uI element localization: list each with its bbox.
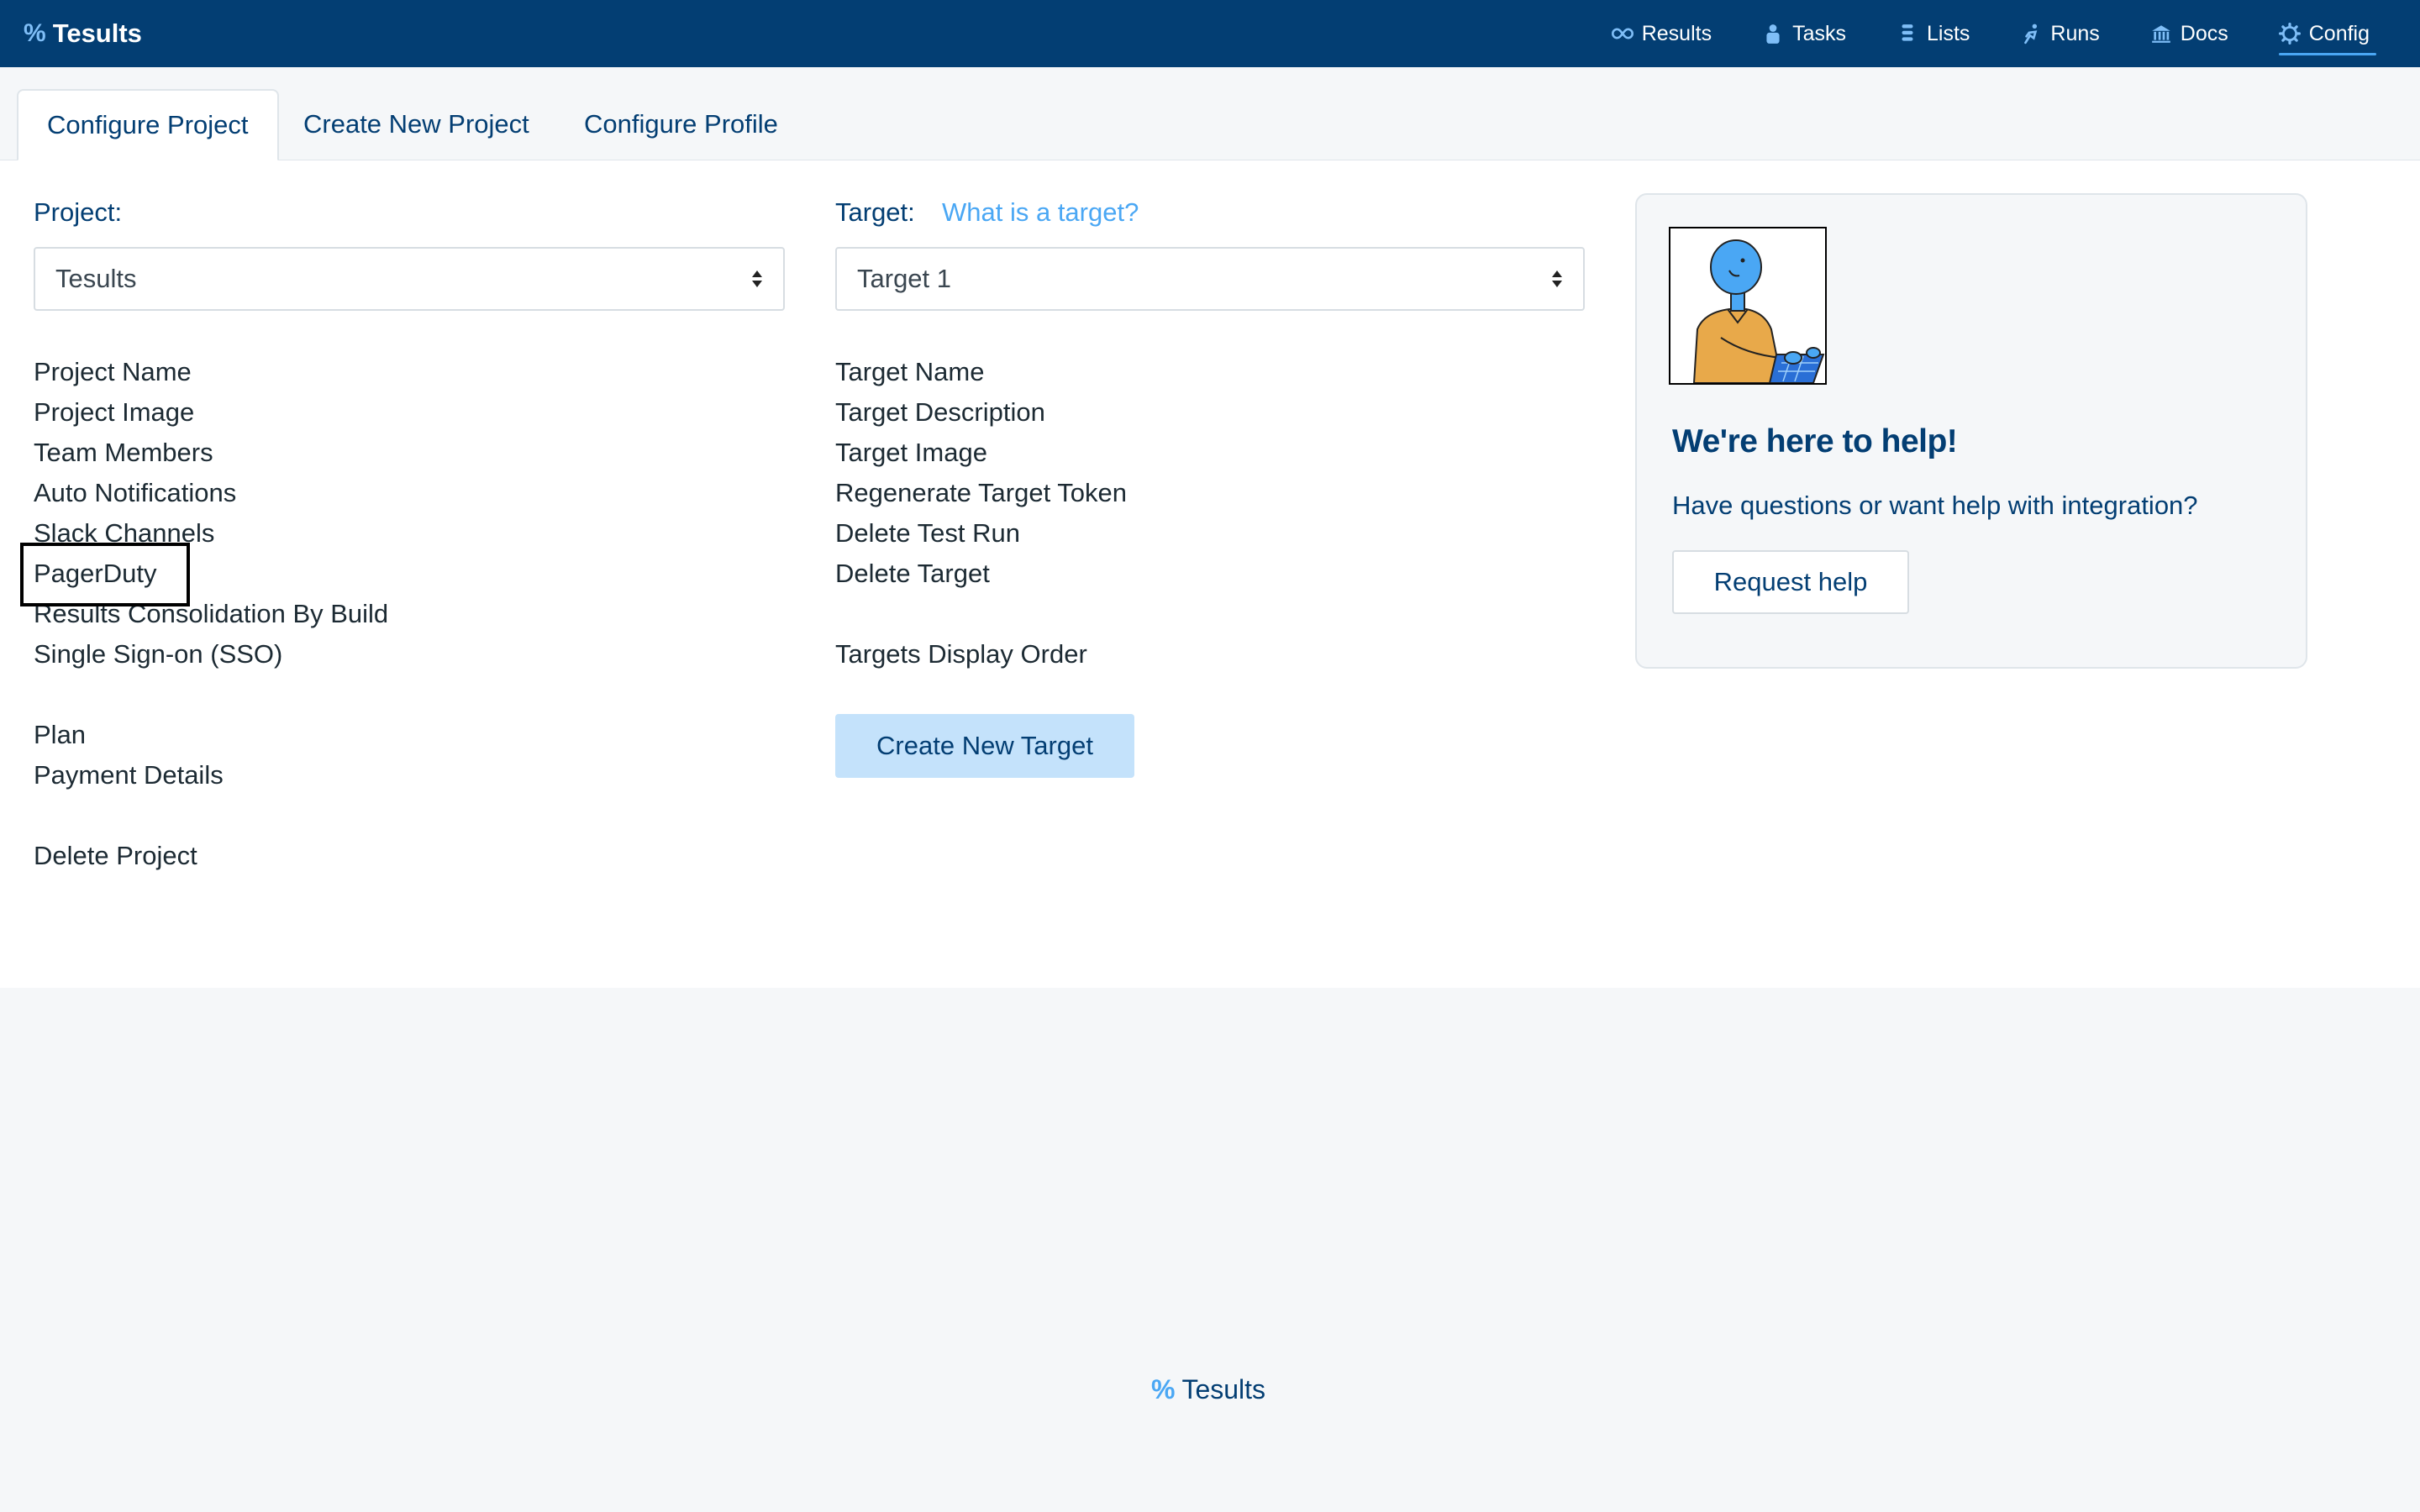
list-icon [1902,24,1913,41]
target-select[interactable]: Target 1 [835,247,1585,311]
support-person-illustration-icon [1692,239,1825,384]
target-setting-target-image[interactable]: Target Image [835,433,1127,473]
project-setting-project-name[interactable]: Project Name [34,352,388,392]
project-setting-slack-channels[interactable]: Slack Channels [34,513,388,554]
project-setting-results-consolidation[interactable]: Results Consolidation By Build [34,594,388,634]
config-tabs: Configure Project Create New Project Con… [0,67,2420,161]
gear-icon [2278,23,2301,45]
runner-icon [2024,24,2038,45]
tab-configure-profile[interactable]: Configure Profile [555,89,807,160]
create-new-target-button[interactable]: Create New Target [835,714,1134,778]
main-content: Project: Tesults Project Name Project Im… [0,160,2420,988]
infinity-icon [1611,28,1634,39]
help-title: We're here to help! [1672,423,1958,459]
footer-brand-logo[interactable]: % Tesults [1151,1374,1265,1405]
select-arrows-icon [752,270,762,287]
footer-brand-name: Tesults [1181,1374,1266,1404]
nav-item-docs[interactable]: Docs [2125,0,2254,67]
brand-logo[interactable]: % Tesults [24,0,142,67]
nav-item-tasks[interactable]: Tasks [1737,0,1871,67]
project-setting-payment-details[interactable]: Payment Details [34,755,388,795]
target-label: Target: [835,197,915,227]
help-subtitle: Have questions or want help with integra… [1672,491,2198,520]
target-setting-display-order[interactable]: Targets Display Order [835,634,1127,675]
nav-label: Tasks [1792,21,1846,45]
target-setting-target-description[interactable]: Target Description [835,392,1127,433]
project-settings-list: Project Name Project Image Team Members … [34,352,388,876]
brand-name: Tesults [52,18,142,48]
project-label: Project: [34,197,123,227]
percent-logo-icon: % [1151,1374,1176,1404]
nav-item-runs[interactable]: Runs [1995,0,2124,67]
nav-label: Results [1641,21,1712,45]
target-setting-delete-target[interactable]: Delete Target [835,554,1127,594]
target-settings-list: Target Name Target Description Target Im… [835,352,1127,675]
percent-logo-icon: % [24,19,46,47]
person-icon [1766,24,1780,44]
top-nav-bar: % Tesults Results Tasks Lists Runs Docs … [0,0,2420,67]
project-setting-pagerduty[interactable]: PagerDuty [34,554,388,594]
project-setting-auto-notifications[interactable]: Auto Notifications [34,473,388,513]
select-arrows-icon [1552,270,1562,287]
bank-icon [2151,25,2170,43]
project-setting-sso[interactable]: Single Sign-on (SSO) [34,634,388,675]
project-select[interactable]: Tesults [34,247,785,311]
nav-label: Docs [2180,21,2228,45]
project-selected-value: Tesults [55,264,137,293]
target-setting-regenerate-token[interactable]: Regenerate Target Token [835,473,1127,513]
project-setting-plan[interactable]: Plan [34,715,388,755]
tab-create-new-project[interactable]: Create New Project [275,89,558,160]
target-selected-value: Target 1 [857,264,952,293]
nav-label: Runs [2050,21,2100,45]
nav-label: Lists [1926,21,1970,45]
target-setting-delete-test-run[interactable]: Delete Test Run [835,513,1127,554]
target-setting-target-name[interactable]: Target Name [835,352,1127,392]
nav-item-config[interactable]: Config [2254,0,2395,67]
nav-item-results[interactable]: Results [1586,0,1737,67]
nav-item-lists[interactable]: Lists [1871,0,1995,67]
request-help-button[interactable]: Request help [1672,550,1909,614]
help-card: We're here to help! Have questions or wa… [1635,193,2307,669]
support-illustration [1669,227,1827,385]
project-setting-delete-project[interactable]: Delete Project [34,836,388,876]
what-is-target-link[interactable]: What is a target? [942,197,1139,228]
tab-configure-project[interactable]: Configure Project [17,89,279,161]
project-setting-project-image[interactable]: Project Image [34,392,388,433]
footer: % Tesults [0,988,2420,1512]
project-setting-team-members[interactable]: Team Members [34,433,388,473]
main-nav: Results Tasks Lists Runs Docs Config [1586,0,2395,67]
nav-label: Config [2308,21,2370,45]
